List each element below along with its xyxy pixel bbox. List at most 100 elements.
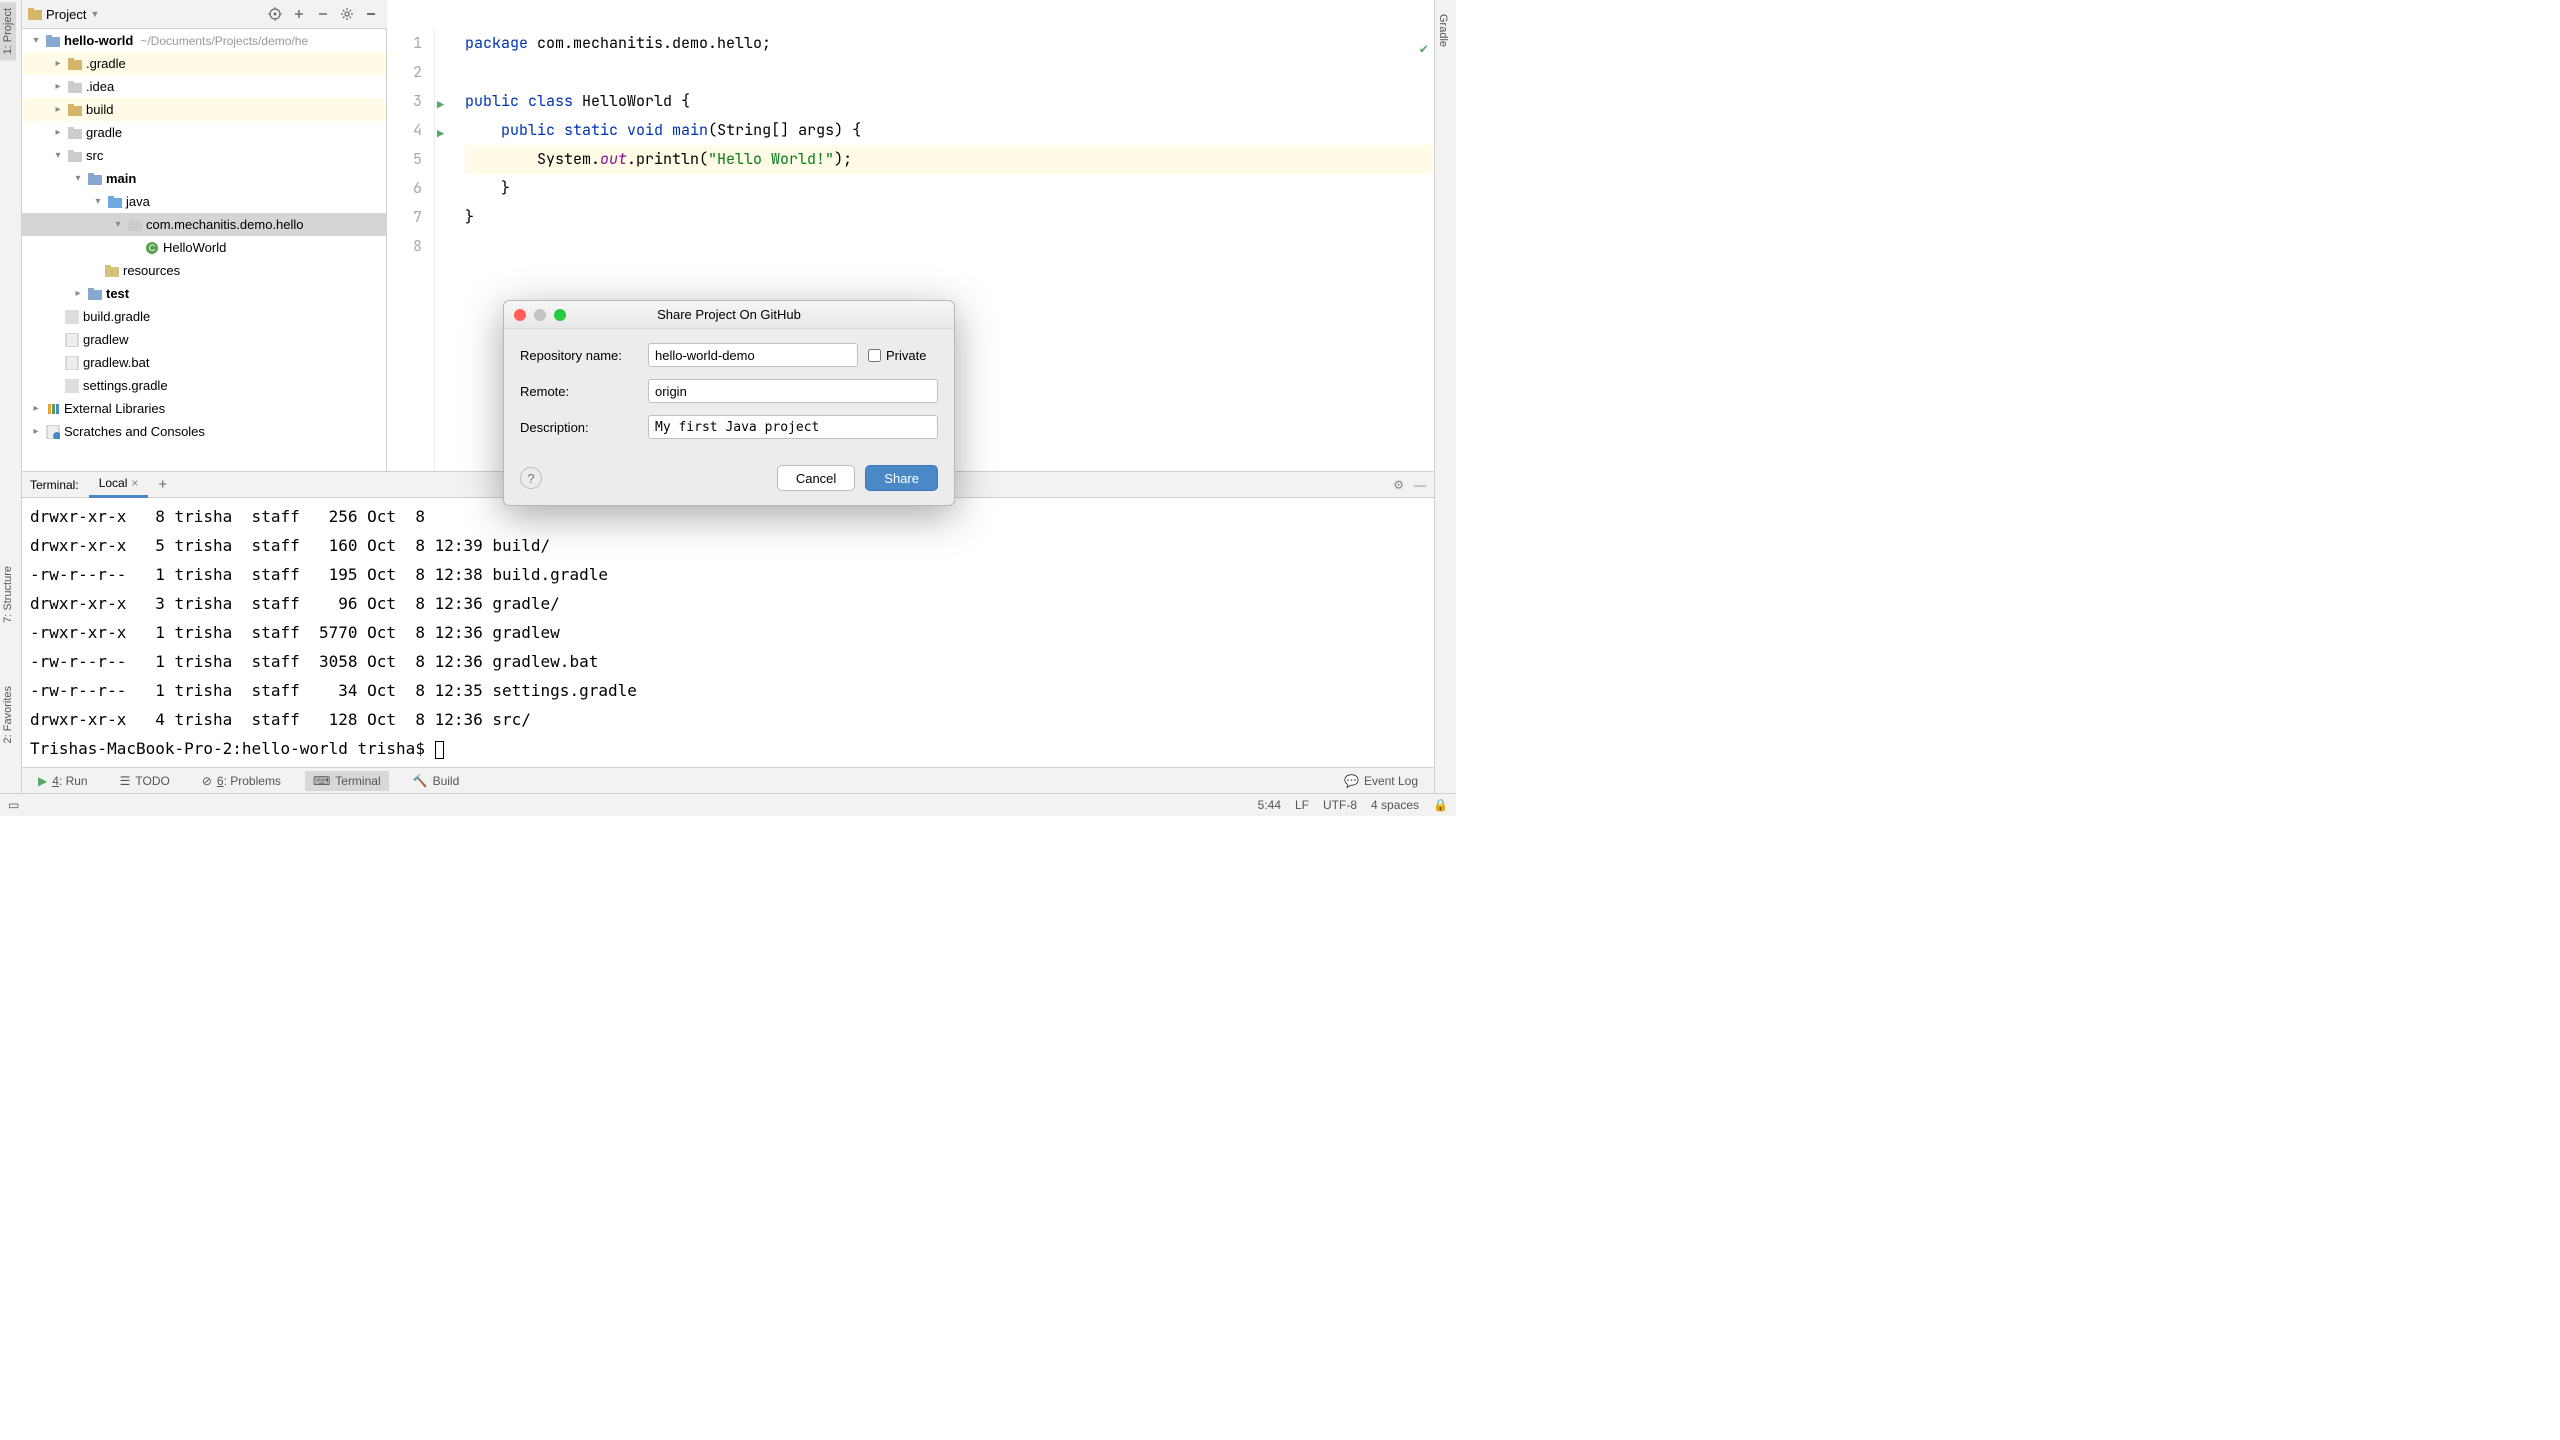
file-encoding[interactable]: UTF-8 [1323,798,1357,812]
code-line: package com.mechanitis.demo.hello; [465,29,1434,58]
private-label: Private [886,348,926,363]
expand-arrow[interactable]: ▾ [52,150,64,161]
tab-favorites[interactable]: 2: Favorites [0,680,16,749]
event-log-button[interactable]: 💬Event Log [1336,771,1426,791]
expand-arrow[interactable]: ▾ [30,35,42,46]
expand-arrow[interactable]: ▾ [112,219,124,230]
cancel-button[interactable]: Cancel [777,465,855,491]
project-tree[interactable]: ▾ hello-world ~/Documents/Projects/demo/… [22,29,387,471]
libraries-icon [45,401,61,417]
test-folder-icon [87,286,103,302]
share-button[interactable]: Share [865,465,938,491]
expand-arrow[interactable]: ▸ [52,81,64,92]
collapse-all-icon[interactable] [313,4,333,24]
right-tool-strip: Gradle [1434,0,1456,816]
caret-position[interactable]: 5:44 [1258,798,1281,812]
window-close-icon[interactable] [514,309,526,321]
gutter: 12345678 [387,29,435,471]
code-line: public static void main(String[] args) { [465,116,1434,145]
dialog-title: Share Project On GitHub [504,307,954,322]
tree-item: gradlew [83,332,129,347]
expand-arrow[interactable]: ▾ [72,173,84,184]
expand-arrow[interactable]: ▸ [72,288,84,299]
code-line: System.out.println("Hello World!"); [465,145,1434,174]
project-view-dropdown[interactable]: Project ▼ [46,7,99,22]
window-zoom-icon[interactable] [554,309,566,321]
indent-setting[interactable]: 4 spaces [1371,798,1419,812]
gear-icon[interactable] [337,4,357,24]
description-input[interactable] [648,415,938,439]
remote-input[interactable] [648,379,938,403]
tab-structure[interactable]: 7: Structure [0,560,16,629]
terminal-label: Terminal [335,774,380,788]
terminal-line: drwxr-xr-x 4 trisha staff 128 Oct 8 12:3… [30,705,1426,734]
gradle-file-icon [64,378,80,394]
folder-icon [67,56,83,72]
expand-arrow[interactable]: ▸ [30,403,42,414]
lock-icon[interactable]: 🔒 [1433,798,1448,812]
tree-item: build [86,102,113,117]
code-line: } [465,203,1434,232]
resources-folder-icon [104,263,120,279]
root-name: hello-world [64,33,133,48]
tab-project[interactable]: 1: Project [0,2,16,60]
source-folder-icon [107,194,123,210]
remote-label: Remote: [520,384,638,399]
expand-arrow[interactable]: ▸ [52,58,64,69]
terminal-panel: Terminal: Local × + ⚙ — drwxr-xr-x 8 tri… [22,471,1434,767]
locate-icon[interactable] [265,4,285,24]
status-icon[interactable]: ▭ [8,798,19,812]
tree-item: External Libraries [64,401,165,416]
terminal-line: drwxr-xr-x 8 trisha staff 256 Oct 8 [30,502,1426,531]
run-gutter-icon[interactable]: ▶ [437,120,444,149]
help-icon[interactable]: ? [520,467,542,489]
expand-arrow[interactable]: ▸ [52,127,64,138]
hide-icon[interactable] [361,4,381,24]
new-terminal-tab[interactable]: + [158,476,167,493]
left-tool-strip: 1: Project 7: Structure 2: Favorites [0,0,22,816]
run-tool-button[interactable]: ▶4: Run [30,771,96,791]
project-view-label: Project [46,7,86,22]
folder-icon [67,79,83,95]
tree-item: settings.gradle [83,378,168,393]
expand-arrow[interactable]: ▸ [52,104,64,115]
tab-gradle[interactable]: Gradle [1435,8,1451,53]
file-icon [64,332,80,348]
build-tool-button[interactable]: 🔨Build [405,771,468,791]
code-line [465,58,1434,87]
problems-tool-button[interactable]: ⊘6: Problems [194,771,289,791]
window-minimize-icon[interactable] [534,309,546,321]
chevron-down-icon: ▼ [90,9,99,19]
expand-arrow[interactable]: ▸ [30,426,42,437]
tree-item: java [126,194,150,209]
todo-tool-button[interactable]: ☰TODO [112,771,178,791]
private-checkbox[interactable] [868,349,881,362]
run-gutter-icon[interactable]: ▶ [437,91,444,120]
folder-icon [67,125,83,141]
file-icon [64,355,80,371]
folder-icon [67,148,83,164]
terminal-output[interactable]: drwxr-xr-x 8 trisha staff 256 Oct 8drwxr… [22,498,1434,767]
tree-item: src [86,148,103,163]
expand-all-icon[interactable] [289,4,309,24]
hide-icon[interactable]: — [1414,478,1426,492]
code-line: public class HelloWorld { [465,87,1434,116]
line-separator[interactable]: LF [1295,798,1309,812]
root-path: ~/Documents/Projects/demo/he [140,34,308,48]
svg-text:C: C [149,243,156,253]
gear-icon[interactable]: ⚙ [1393,478,1404,492]
terminal-tool-button[interactable]: ⌨Terminal [305,771,389,791]
terminal-line: drwxr-xr-x 5 trisha staff 160 Oct 8 12:3… [30,531,1426,560]
repo-name-input[interactable] [648,343,858,367]
tree-item: .gradle [86,56,126,71]
close-icon[interactable]: × [131,476,138,490]
code-line [465,232,1434,261]
tree-item: gradle [86,125,122,140]
terminal-line: drwxr-xr-x 3 trisha staff 96 Oct 8 12:36… [30,589,1426,618]
terminal-tab-local[interactable]: Local × [89,472,149,498]
description-label: Description: [520,420,638,435]
scratches-icon [45,424,61,440]
todo-label: TODO [135,774,169,788]
expand-arrow[interactable]: ▾ [92,196,104,207]
tree-item: main [106,171,136,186]
